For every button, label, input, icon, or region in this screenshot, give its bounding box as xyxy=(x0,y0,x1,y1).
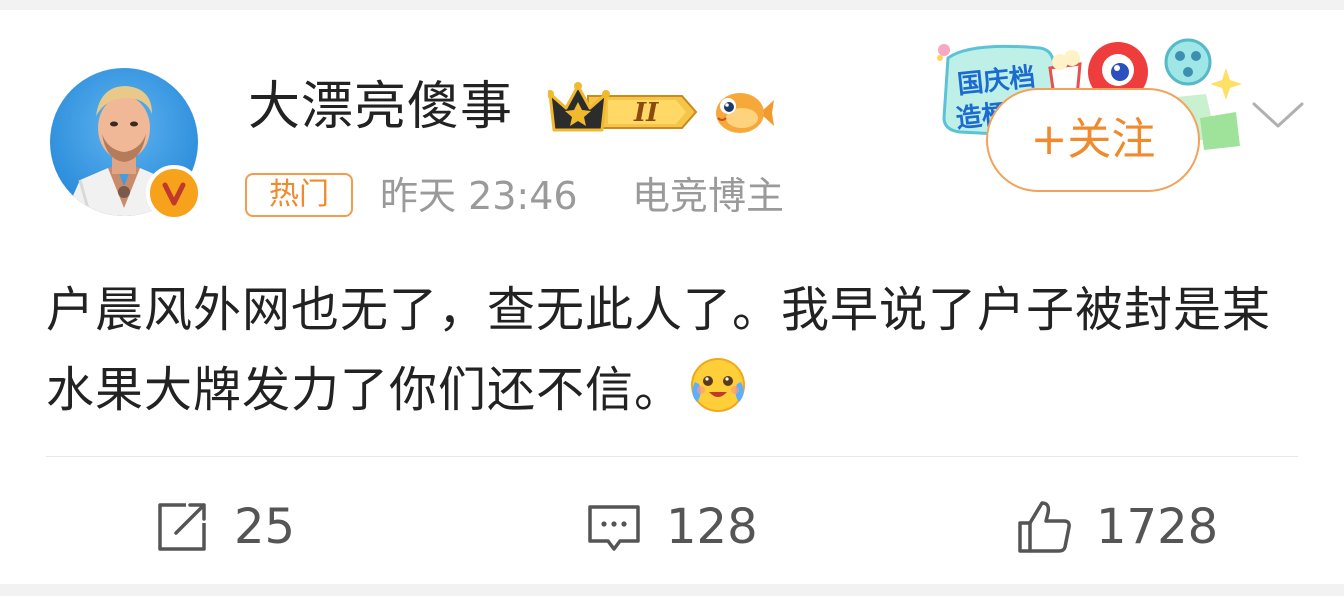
repost-icon xyxy=(158,503,206,551)
thumbs-up-icon xyxy=(1018,501,1071,553)
divider xyxy=(46,456,1298,457)
like-count: 1728 xyxy=(1096,499,1219,555)
crying-laughing-emoji-icon xyxy=(687,354,749,416)
fish-mascot-icon xyxy=(712,88,774,138)
repost-count: 25 xyxy=(234,499,296,555)
level-badge-text: II xyxy=(633,98,659,128)
vip-crown-badge-icon[interactable]: II xyxy=(546,78,698,142)
like-button[interactable]: 1728 xyxy=(1014,496,1218,558)
post-text: 户晨风外网也无了，查无此人了。我早说了户子被封是某水果大牌发力了你们还不信。 xyxy=(46,282,1272,418)
follow-button[interactable]: +关注 xyxy=(986,88,1200,192)
hot-tag: 热门 xyxy=(245,173,353,217)
post-time: 昨天 23:46 xyxy=(380,174,578,218)
user-role: 电竞博主 xyxy=(632,174,785,218)
chevron-down-icon[interactable] xyxy=(1250,98,1306,132)
comment-icon xyxy=(588,505,640,551)
user-name[interactable]: 大漂亮傻事 xyxy=(248,72,513,142)
weibo-post-card: 大漂亮傻事 II 热门 昨天 23:46 电竞博主 国庆档 造梗 +关注 户晨风… xyxy=(0,10,1344,584)
post-content: 户晨风外网也无了，查无此人了。我早说了户子被封是某水果大牌发力了你们还不信。 xyxy=(46,270,1286,430)
comment-count: 128 xyxy=(666,499,758,555)
verified-badge-icon xyxy=(146,165,202,221)
repost-button[interactable]: 25 xyxy=(152,496,295,558)
comment-button[interactable]: 128 xyxy=(584,496,758,558)
